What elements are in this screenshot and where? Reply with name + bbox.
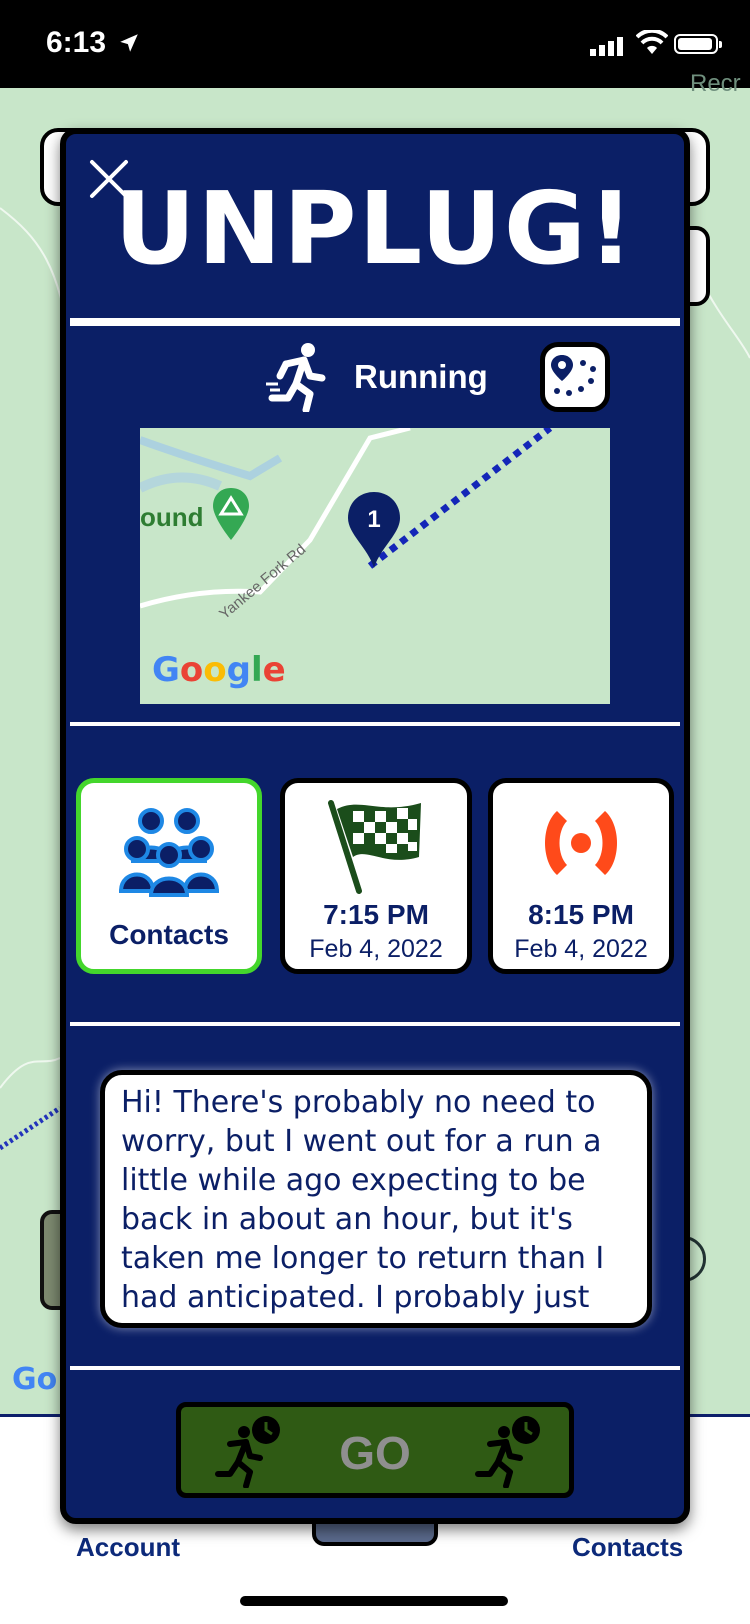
- contacts-card-label: Contacts: [109, 919, 229, 950]
- route-pin-icon: [551, 355, 596, 396]
- route-map-button[interactable]: [540, 342, 610, 412]
- timed-runner-icon: [475, 1416, 540, 1488]
- nav-contacts-label[interactable]: Contacts: [572, 1532, 683, 1563]
- road-label: Yankee Fork Rd: [216, 541, 309, 623]
- alert-date: Feb 4, 2022: [514, 935, 648, 963]
- people-group-icon: [119, 808, 219, 897]
- start-date: Feb 4, 2022: [309, 935, 443, 963]
- location-arrow-icon: [120, 34, 138, 52]
- nav-account-label[interactable]: Account: [76, 1532, 180, 1563]
- divider: [70, 1366, 680, 1370]
- place-label: ound: [140, 502, 204, 532]
- alert-time-card[interactable]: 8:15 PM Feb 4, 2022: [488, 778, 674, 974]
- running-person-icon: [266, 343, 326, 412]
- contacts-card[interactable]: Contacts: [76, 778, 262, 974]
- wifi-icon: [636, 30, 668, 54]
- route-marker-number: 1: [367, 506, 380, 533]
- cellular-signal-icon: [590, 37, 623, 56]
- google-logo-letter: g: [226, 650, 251, 690]
- home-indicator[interactable]: [240, 1596, 508, 1606]
- message-box[interactable]: Hi! There's probably no need to worry, b…: [100, 1070, 652, 1328]
- background-google-logo: Go: [12, 1362, 58, 1397]
- modal-title: UNPLUG!: [114, 170, 636, 287]
- divider: [70, 722, 680, 726]
- battery-icon: [674, 34, 722, 54]
- google-logo-letter: e: [262, 650, 286, 690]
- message-text: Hi! There's probably no need to worry, b…: [121, 1085, 605, 1323]
- alert-signal-icon: [545, 811, 617, 875]
- divider: [70, 1022, 680, 1026]
- start-time-card[interactable]: 7:15 PM Feb 4, 2022: [280, 778, 472, 974]
- divider: [70, 318, 680, 326]
- google-logo-letter: l: [250, 650, 263, 690]
- campground-pin-icon: [213, 488, 249, 540]
- google-logo-letter: G: [152, 650, 180, 690]
- status-time: 6:13: [46, 26, 107, 59]
- google-logo-letter: o: [179, 650, 204, 690]
- route-marker-icon: 1: [348, 492, 400, 568]
- checkered-flag-icon: [328, 800, 421, 894]
- activity-label: Running: [354, 358, 488, 395]
- start-time: 7:15 PM: [323, 899, 429, 930]
- google-logo-letter: o: [203, 650, 227, 690]
- google-logo: Google: [152, 650, 286, 690]
- alert-time: 8:15 PM: [528, 899, 634, 930]
- background-map-label: Recr: [690, 70, 741, 97]
